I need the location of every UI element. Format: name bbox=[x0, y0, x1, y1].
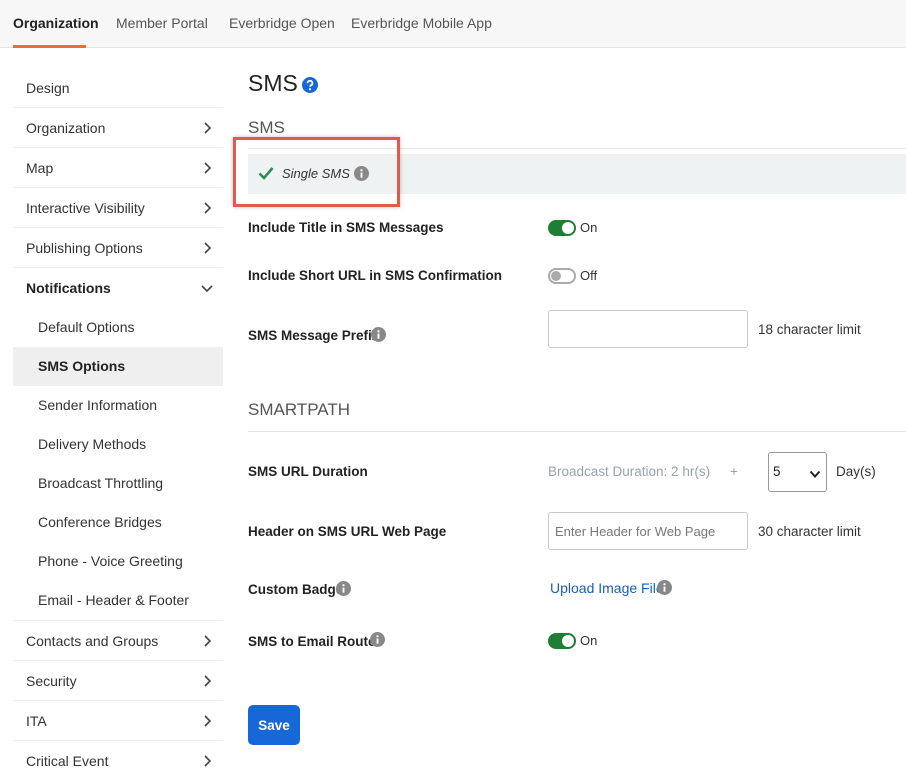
info-icon[interactable] bbox=[371, 327, 386, 342]
sidebar-item-security[interactable]: Security bbox=[13, 661, 223, 701]
sidebar-item-label: Security bbox=[26, 673, 77, 689]
sidebar-item-design[interactable]: Design bbox=[13, 68, 223, 108]
info-icon[interactable] bbox=[657, 580, 672, 595]
days-select-value: 5 bbox=[773, 464, 781, 479]
highlight-box bbox=[233, 137, 400, 207]
sidebar-item-label: Publishing Options bbox=[26, 240, 143, 256]
sidebar-subitem-broadcast-throttling[interactable]: Broadcast Throttling bbox=[13, 464, 223, 503]
tab-organization[interactable]: Organization bbox=[13, 0, 99, 48]
header-web-page-hint: 30 character limit bbox=[758, 524, 861, 539]
sidebar-item-label: Design bbox=[26, 80, 70, 96]
sidebar-item-ita[interactable]: ITA bbox=[13, 701, 223, 741]
save-button[interactable]: Save bbox=[248, 705, 300, 745]
sidebar-subitem-conference-bridges[interactable]: Conference Bridges bbox=[13, 503, 223, 542]
sidebar-item-label: Contacts and Groups bbox=[26, 633, 159, 649]
sidebar-subitem-sender-information[interactable]: Sender Information bbox=[13, 386, 223, 425]
include-short-url-toggle[interactable] bbox=[548, 268, 576, 284]
include-title-label: Include Title in SMS Messages bbox=[248, 220, 444, 235]
header-web-page-input[interactable] bbox=[548, 512, 748, 550]
sidebar-subitem-sms-options[interactable]: SMS Options bbox=[13, 347, 223, 386]
header-web-page-label: Header on SMS URL Web Page bbox=[248, 524, 447, 539]
sidebar-subitem-default-options[interactable]: Default Options bbox=[13, 308, 223, 347]
info-icon[interactable] bbox=[336, 581, 351, 596]
sidebar-item-label: Interactive Visibility bbox=[26, 200, 145, 216]
sms-prefix-hint: 18 character limit bbox=[758, 322, 861, 337]
chevron-right-icon bbox=[201, 755, 213, 767]
section-heading-smartpath: SMARTPATH bbox=[248, 400, 906, 432]
days-select[interactable]: 5 bbox=[768, 452, 827, 492]
chevron-right-icon bbox=[201, 675, 213, 687]
sidebar-item-critical-event[interactable]: Critical Event bbox=[13, 741, 223, 781]
sidebar-item-label: Map bbox=[26, 160, 54, 176]
info-icon[interactable] bbox=[370, 632, 385, 647]
help-icon[interactable] bbox=[302, 77, 318, 93]
sms-url-duration-label: SMS URL Duration bbox=[248, 464, 368, 479]
sidebar-subitem-delivery-methods[interactable]: Delivery Methods bbox=[13, 425, 223, 464]
sidebar-item-label: ITA bbox=[26, 713, 47, 729]
sidebar-item-publishing-options[interactable]: Publishing Options bbox=[13, 228, 223, 268]
chevron-down-icon bbox=[809, 467, 821, 479]
page-title: SMS bbox=[248, 70, 298, 96]
sidebar-item-interactive-visibility[interactable]: Interactive Visibility bbox=[13, 188, 223, 228]
include-title-state: On bbox=[580, 220, 598, 235]
sidebar-item-notifications[interactable]: Notifications bbox=[13, 268, 223, 308]
sidebar-item-label: Organization bbox=[26, 120, 106, 136]
chevron-right-icon bbox=[201, 242, 213, 254]
sidebar-item-label: Notifications bbox=[26, 280, 111, 296]
chevron-right-icon bbox=[201, 202, 213, 214]
sms-email-router-toggle[interactable] bbox=[548, 633, 576, 649]
sms-email-router-state: On bbox=[580, 633, 598, 648]
sms-prefix-label: SMS Message Prefix bbox=[248, 328, 380, 343]
days-unit: Day(s) bbox=[836, 464, 876, 479]
upload-image-link[interactable]: Upload Image File bbox=[550, 580, 664, 596]
include-short-url-label: Include Short URL in SMS Confirmation bbox=[248, 268, 503, 283]
sidebar: Design Organization Map Interactive Visi… bbox=[13, 68, 223, 781]
chevron-down-icon bbox=[201, 282, 213, 294]
tab-member-portal[interactable]: Member Portal bbox=[116, 0, 208, 48]
include-title-toggle[interactable] bbox=[548, 220, 576, 236]
sidebar-item-contacts-and-groups[interactable]: Contacts and Groups bbox=[13, 621, 223, 661]
chevron-right-icon bbox=[201, 122, 213, 134]
sidebar-subitem-email-header-footer[interactable]: Email - Header & Footer bbox=[13, 581, 223, 621]
main-content: SMS SMS Single SMS Include Title in SMS … bbox=[248, 0, 906, 778]
plus-sign: + bbox=[730, 464, 738, 479]
sms-prefix-input[interactable] bbox=[548, 310, 748, 348]
custom-badge-label: Custom Badge bbox=[248, 582, 344, 597]
include-short-url-state: Off bbox=[580, 268, 598, 283]
chevron-right-icon bbox=[201, 162, 213, 174]
sidebar-subitem-phone-voice-greeting[interactable]: Phone - Voice Greeting bbox=[13, 542, 223, 581]
sidebar-item-label: Critical Event bbox=[26, 753, 109, 769]
chevron-right-icon bbox=[201, 635, 213, 647]
broadcast-duration-text: Broadcast Duration: 2 hr(s) bbox=[548, 464, 711, 479]
chevron-right-icon bbox=[201, 715, 213, 727]
sidebar-item-organization[interactable]: Organization bbox=[13, 108, 223, 148]
sms-email-router-label: SMS to Email Router bbox=[248, 634, 381, 649]
sidebar-item-map[interactable]: Map bbox=[13, 148, 223, 188]
